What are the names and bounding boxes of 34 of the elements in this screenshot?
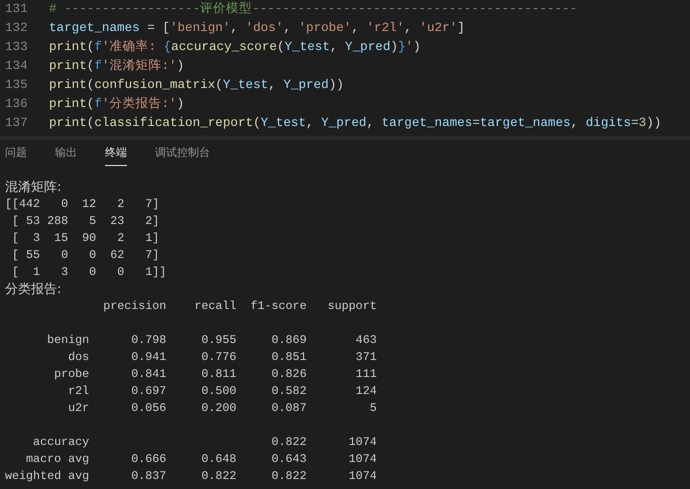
terminal-line: [ 3 15 90 2 1] [11,231,160,245]
line-number: 134 [4,58,29,75]
terminal-line: [ 55 0 0 62 7] [11,248,160,262]
code-line: print(confusion_matrix(Y_test, Y_pred)) [49,77,344,94]
panel-tab[interactable]: 问题 [5,140,27,166]
code-line: print(f'准确率: {accuracy_score(Y_test, Y_pred)}') [49,38,421,56]
line-number: 133 [4,39,29,56]
terminal-line: [ 1 3 0 0 1]] [11,265,166,279]
code-line: target_names = ['benign', 'dos', 'probe', 'r2l', 'u2r'] [49,20,465,37]
terminal-line: dos 0.941 0.776 0.851 371 [67,350,377,364]
terminal-line: 分类报告: [5,282,62,297]
panel-tab[interactable]: 输出 [55,140,77,166]
code-line: # ------------------评价模型------------------------------------------- [49,0,578,18]
terminal-line: accuracy 0.822 1074 [32,435,377,449]
code-line: print(f'分类报告:') [49,96,184,113]
terminal-line: [[442 0 12 2 7] [5,197,160,211]
panel-tab[interactable]: 终端 [105,140,127,166]
code-line: print(f'混淆矩阵:') [49,58,184,75]
terminal-line: weighted avg 0.837 0.822 0.822 1074 [5,469,377,483]
line-number: 131 [4,1,29,18]
line-number: 136 [4,96,29,113]
panel-tab[interactable]: 调试控制台 [155,140,210,166]
terminal-line: 混淆矩阵: [5,180,62,195]
terminal-line: [ 53 288 5 23 2] [11,214,160,228]
terminal-line: macro avg 0.666 0.648 0.643 1074 [25,452,377,466]
terminal-line: precision recall f1-score support [102,299,377,313]
terminal-line: r2l 0.697 0.500 0.582 124 [67,384,377,398]
line-number: 135 [4,77,29,94]
line-number: 137 [4,115,29,132]
terminal-line: probe 0.841 0.811 0.826 111 [53,367,377,381]
terminal-line: benign 0.798 0.955 0.869 463 [46,333,377,347]
terminal-line: u2r 0.056 0.200 0.087 5 [67,401,377,415]
code-line: print(classification_report(Y_test, Y_pred, target_names=target_names, digits=3)) [49,115,662,132]
line-number: 132 [4,20,29,37]
